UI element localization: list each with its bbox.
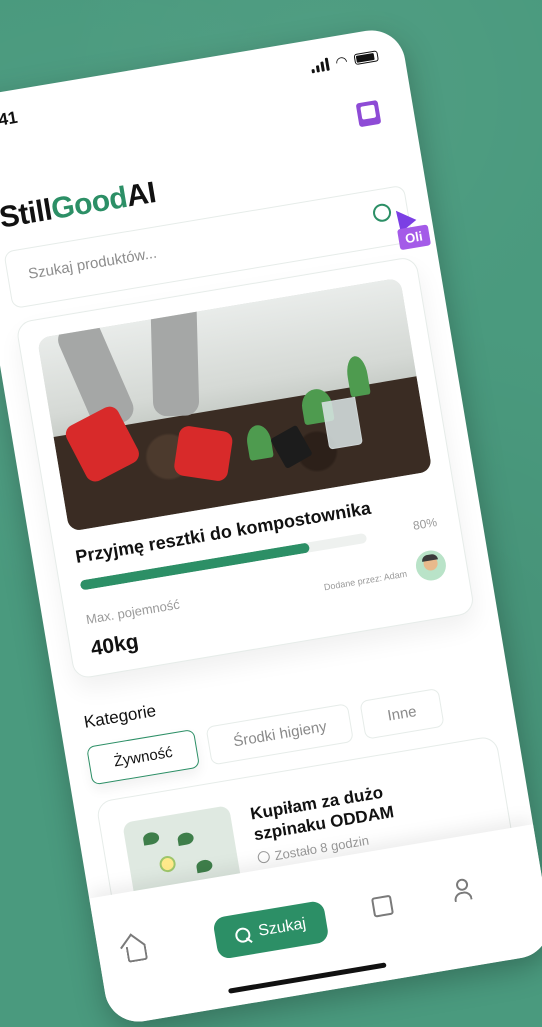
avatar[interactable]: [413, 548, 449, 583]
leaf: [142, 831, 161, 846]
capacity-value: 40kg: [89, 629, 141, 661]
featured-photo: [37, 277, 433, 532]
category-chip-food[interactable]: Żywność: [86, 728, 201, 786]
glove-right: [172, 424, 234, 483]
categories-title: Kategorie: [82, 701, 158, 732]
search-icon[interactable]: [371, 202, 393, 224]
home-icon[interactable]: [125, 943, 149, 963]
search-input[interactable]: [24, 216, 318, 285]
logo-suffix: AI: [124, 176, 159, 214]
added-by: Dodane przez: Adam: [323, 568, 408, 593]
user-icon[interactable]: [449, 877, 475, 904]
progress-percent: 80%: [411, 515, 438, 533]
notebook-icon[interactable]: [355, 99, 382, 128]
logo-prefix: Still: [0, 193, 55, 235]
shopping-bag-icon[interactable]: [370, 894, 395, 918]
leaf: [176, 831, 195, 846]
logo-highlight: Good: [48, 180, 130, 227]
home-indicator: [228, 962, 387, 994]
search-nav-label: Szukaj: [257, 915, 308, 940]
status-icons: ◠: [309, 47, 379, 75]
wifi-icon: ◠: [334, 52, 349, 71]
leaf: [195, 858, 214, 874]
magnifier-icon: [234, 925, 252, 944]
slice: [158, 854, 177, 874]
category-chip-other[interactable]: Inne: [359, 688, 445, 740]
featured-card[interactable]: Przyjmę resztki do kompostownika 80% Max…: [15, 255, 476, 680]
app-logo: StillGoodAI: [0, 176, 158, 236]
arm-right: [150, 295, 200, 417]
clock-icon: [256, 850, 271, 865]
battery-icon: [353, 50, 379, 66]
cursor-name-badge: Oli: [396, 224, 432, 251]
search-nav-button[interactable]: Szukaj: [212, 899, 330, 960]
status-time: 9:41: [0, 107, 19, 133]
capacity-label: Max. pojemność: [84, 596, 181, 628]
signal-icon: [310, 57, 330, 74]
category-chip-hygiene[interactable]: Środki higieny: [205, 703, 355, 766]
listing-title: Kupiłam za dużo szpinaku ODDAM: [248, 782, 396, 845]
